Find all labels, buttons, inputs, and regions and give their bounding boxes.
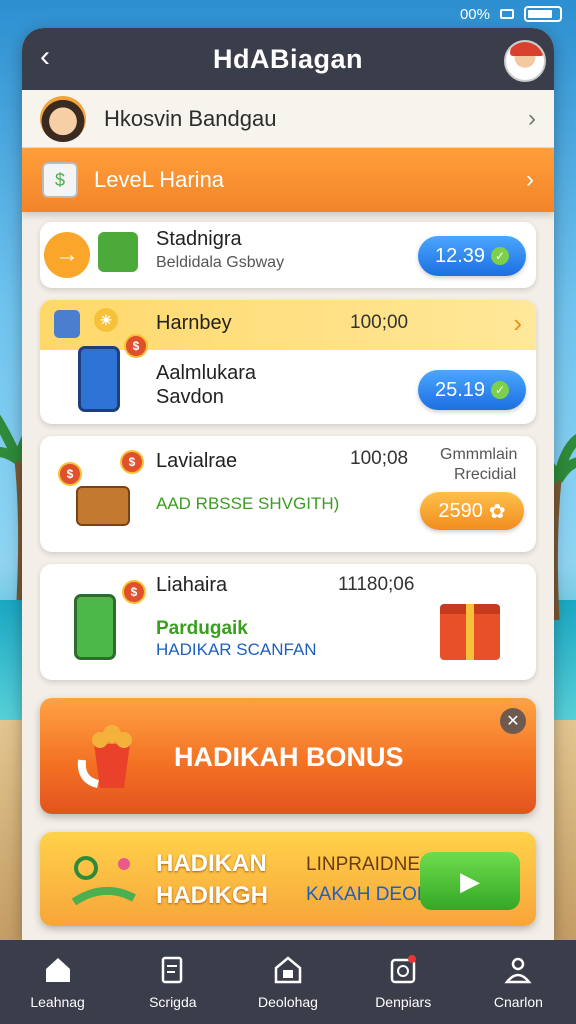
bottom-tab-bar: Leahnag Scrigda Deolohag Denpiars Cnarlo… <box>0 940 576 1024</box>
tab-label: Deolohag <box>258 994 318 1010</box>
profile-avatar[interactable] <box>504 40 546 82</box>
coin-icon: $ <box>122 580 146 604</box>
battery-icon <box>524 6 562 22</box>
reward-pill-button[interactable]: 25.19 ✓ <box>418 370 526 410</box>
tab-notifications[interactable]: Denpiars <box>346 940 461 1024</box>
level-row[interactable]: $ LeveL Harina › <box>22 148 554 212</box>
coin-icon: $ <box>120 450 144 474</box>
reward-card-4[interactable]: $ Liahaira 11180;06 Pardugaik HADIKAR SC… <box>40 564 536 680</box>
card-subtitle: Beldidala Gsbway <box>156 254 285 271</box>
notification-icon <box>390 955 417 984</box>
reward-card-3[interactable]: $ $ Lavialrae 100;08 Gmmmlain Rrecidial … <box>40 436 536 552</box>
check-icon: ✓ <box>491 247 510 265</box>
check-icon: ✓ <box>491 381 510 399</box>
card-highlight-text: AAD RBSSE SHVGITH) <box>156 494 340 513</box>
wallet-icon <box>274 956 302 984</box>
tab-ticket[interactable]: Scrigda <box>115 940 230 1024</box>
promo-line-1: HADIKAN <box>156 850 267 877</box>
user-name: Hkosvin Bandgau <box>104 105 277 131</box>
chevron-right-icon: › <box>526 166 534 193</box>
card-time: 11180;06 <box>338 574 415 595</box>
home-icon <box>45 958 70 982</box>
tab-label: Cnarlon <box>493 994 543 1010</box>
chevron-right-icon[interactable]: › <box>513 308 522 339</box>
card-blue-text: HADIKAR SCANFAN <box>156 640 317 659</box>
promo-right-1: LINPRAIDNEAI <box>306 854 438 875</box>
reward-card-2[interactable]: ☀ Harnbey 100;00 › $ Aalmlukara Savdon 2… <box>40 300 536 424</box>
card-subtitle: Savdon <box>156 386 224 408</box>
sun-icon: ☀ <box>94 308 118 332</box>
status-text: 00% <box>459 5 490 23</box>
reward-value: 12.39 <box>434 244 486 267</box>
promo-banner[interactable]: HADIKAN HADIKGH LINPRAIDNEAI KAKAH DEODN… <box>40 832 536 926</box>
reward-pill-button[interactable]: 2590 ✿ <box>420 492 524 530</box>
phone-icon <box>78 346 120 412</box>
user-row[interactable]: Hkosvin Bandgau › <box>22 90 554 148</box>
bonus-label: HADIKAH BONUS <box>174 742 404 772</box>
user-avatar <box>40 95 86 142</box>
ticket-icon <box>161 956 183 984</box>
coin-icon: $ <box>58 462 82 486</box>
card-time: 100;08 <box>350 448 409 469</box>
card-highlight-text: Pardugaik <box>156 618 248 639</box>
tab-label: Denpiars <box>375 994 432 1010</box>
card-note-1: Gmmmlain <box>440 446 518 463</box>
main-panel: ‹ HdABiagan Hkosvin Bandgau › $ LeveL Ha… <box>22 28 554 940</box>
reward-value: 25.19 <box>434 378 486 401</box>
tab-profile[interactable]: Cnarlon <box>461 940 576 1024</box>
chevron-right-icon: › <box>528 104 536 132</box>
promo-line-2: HADIKGH <box>156 882 268 909</box>
level-label: LeveL Harina <box>94 167 225 192</box>
page-title: HdABiagan <box>212 43 363 74</box>
tab-label: Scrigda <box>149 994 197 1010</box>
play-button[interactable]: ▶ <box>420 852 520 910</box>
wallet-icon <box>54 310 80 338</box>
card-title: Liahaira <box>156 574 228 596</box>
reward-pill-button[interactable]: 12.39 ✓ <box>418 236 526 276</box>
level-cube-icon: $ <box>42 162 78 198</box>
tab-wallet[interactable]: Deolohag <box>230 940 345 1024</box>
back-arrow-icon[interactable]: ‹ <box>40 42 72 74</box>
reward-card-1[interactable]: → Stadnigra Beldidala Gsbway 12.39 ✓ <box>40 222 536 288</box>
card-title: Stadnigra <box>156 228 242 250</box>
cash-stack-icon <box>98 232 138 272</box>
phone-icon <box>74 594 116 660</box>
treasure-chest-icon <box>76 486 130 526</box>
card-header: Harnbey <box>156 312 232 334</box>
gift-box-icon <box>440 604 500 660</box>
tab-home[interactable]: Leahnag <box>0 940 115 1024</box>
reward-value: 2590 <box>438 499 483 522</box>
play-icon: ▶ <box>460 865 480 896</box>
popcorn-cup-icon <box>77 725 132 788</box>
bonus-banner[interactable]: HADIKAH BONUS ✕ <box>40 698 536 814</box>
coin-icon: $ <box>124 334 148 358</box>
profile-icon <box>504 957 532 984</box>
arrow-right-icon: → <box>44 232 90 278</box>
sparkle-icon: ✿ <box>488 500 506 523</box>
card-time: 100;00 <box>350 312 409 333</box>
sprout-icon <box>71 856 136 906</box>
status-icon <box>500 9 514 19</box>
tab-label: Leahnag <box>30 994 85 1010</box>
app-header: ‹ HdABiagan <box>22 28 554 90</box>
card-note-2: Rrecidial <box>454 466 517 483</box>
card-title: Aalmlukara <box>156 362 257 384</box>
card-title: Lavialrae <box>156 450 238 472</box>
close-icon[interactable]: ✕ <box>500 708 526 734</box>
status-bar: 00% <box>0 0 576 28</box>
